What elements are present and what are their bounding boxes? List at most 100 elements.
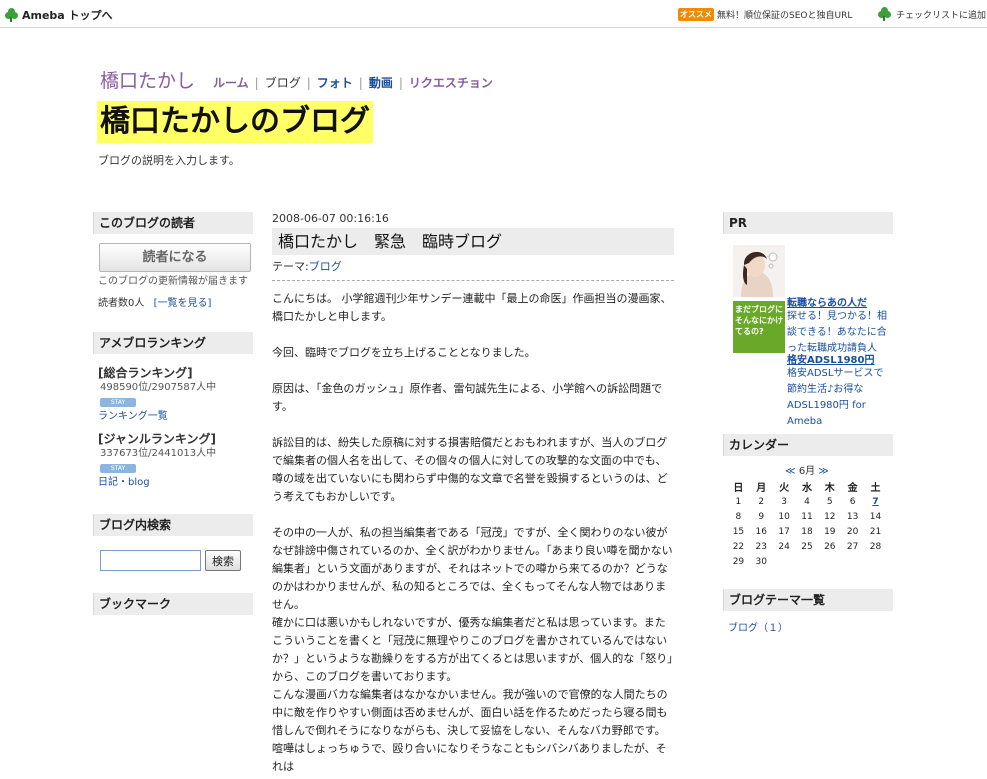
calendar-day: 6 bbox=[849, 496, 856, 507]
blog-ad-banner[interactable]: まだブログにそんなにかけてるの? bbox=[733, 301, 785, 353]
reader-count-row: 読者数0人 [一覧を見る] bbox=[93, 294, 253, 309]
theme-label: テーマ: bbox=[272, 260, 309, 273]
calendar-nav: ≪ 6月 ≫ bbox=[727, 462, 887, 477]
post-theme: テーマ:ブログ bbox=[272, 258, 674, 281]
become-reader-button[interactable]: 読者になる bbox=[99, 243, 251, 272]
weekday: 金 bbox=[847, 483, 858, 494]
calendar-day: 9 bbox=[758, 511, 765, 522]
nav-separator: | bbox=[254, 76, 259, 90]
calendar-day: 11 bbox=[801, 511, 813, 522]
calendar-day bbox=[773, 554, 796, 569]
calendar-day: 10 bbox=[778, 511, 790, 522]
weekday: 火 bbox=[779, 483, 790, 494]
calendar-day: 17 bbox=[778, 526, 790, 537]
nav-room[interactable]: ルーム bbox=[213, 74, 249, 91]
nav-photo[interactable]: フォト bbox=[317, 74, 353, 91]
calendar: ≪ 6月 ≫ 日 月 火 水 木 金 土 1 2 3 4 5 6 7 8 9 1… bbox=[727, 462, 887, 569]
calendar-day bbox=[864, 554, 887, 569]
post-paragraph: その中の一人が、私の担当編集者である「冠茂」ですが、全く関わりのない彼がなぜ誹謗… bbox=[272, 526, 673, 611]
weekday: 月 bbox=[756, 483, 767, 494]
total-ranking-value: 498590位/2907587人中 bbox=[100, 382, 217, 393]
calendar-day: 2 bbox=[758, 496, 765, 507]
calendar-day bbox=[796, 554, 819, 569]
weekday: 木 bbox=[824, 483, 835, 494]
promo-badge: オススメ bbox=[678, 8, 714, 21]
nav-video[interactable]: 動画 bbox=[369, 74, 393, 91]
nav-separator: | bbox=[358, 76, 363, 90]
bookmark-heading: ブックマーク bbox=[93, 593, 253, 615]
author-name-link[interactable]: 橋口たかし bbox=[100, 66, 195, 93]
stay-badge: STAY bbox=[100, 398, 136, 407]
search-button[interactable]: 検索 bbox=[205, 550, 241, 571]
calendar-day: 22 bbox=[732, 541, 745, 552]
calendar-day: 15 bbox=[732, 526, 745, 537]
nav-separator: | bbox=[398, 76, 403, 90]
calendar-day: 8 bbox=[735, 511, 742, 522]
calendar-weekday-row: 日 月 火 水 木 金 土 bbox=[727, 479, 887, 494]
calendar-day: 23 bbox=[755, 541, 767, 552]
calendar-week: 15 16 17 18 19 20 21 bbox=[727, 524, 887, 539]
left-sidebar: このブログの読者 読者になる このブログの更新情報が届きます 読者数0人 [一覧… bbox=[93, 212, 253, 615]
post-paragraph: 訴訟目的は、紛失した原稿に対する損害賠償だとおもわれますが、当人のブログで編集者… bbox=[272, 436, 668, 503]
nav-requestion[interactable]: リクエスチョン bbox=[409, 74, 493, 91]
blog-themes-heading: ブログテーマ一覧 bbox=[723, 589, 893, 611]
ranking-heading: アメブロランキング bbox=[93, 332, 253, 354]
post-paragraph: こんにちは。 小学館週刊少年サンデー連載中「最上の命医」作画担当の漫画家、橋口た… bbox=[272, 292, 672, 323]
calendar-day: 28 bbox=[869, 541, 882, 552]
right-sidebar: PR 転職ならあの人だ 探せる！見つかる！相談できる！あなたに合った転職成功請負… bbox=[723, 212, 893, 634]
calendar-day: 21 bbox=[869, 526, 882, 537]
post-paragraph: 確かに口は悪いかもしれないですが、優秀な編集者だと私は思っています。またこういう… bbox=[272, 616, 673, 683]
ameba-home-link[interactable]: Ameba トップへ bbox=[5, 7, 113, 23]
calendar-day: 26 bbox=[824, 541, 836, 552]
reader-list-link[interactable]: [一覧を見る] bbox=[154, 298, 212, 309]
ameba-clover-icon bbox=[5, 8, 19, 22]
post-title[interactable]: 橋口たかし 緊急 臨時ブログ bbox=[272, 228, 674, 255]
calendar-day: 4 bbox=[804, 496, 810, 507]
calendar-next[interactable]: ≫ bbox=[818, 466, 828, 477]
stay-badge: STAY bbox=[100, 464, 136, 473]
calendar-day: 3 bbox=[781, 496, 787, 507]
search-row: 検索 bbox=[100, 550, 253, 571]
header-nav: 橋口たかし ルーム | ブログ | フォト | 動画 | リクエスチョン bbox=[100, 66, 493, 93]
weekday: 水 bbox=[801, 483, 812, 494]
calendar-day: 29 bbox=[732, 556, 745, 567]
post-date: 2008-06-07 00:16:16 bbox=[272, 212, 389, 225]
pr-heading: PR bbox=[723, 212, 893, 234]
calendar-day: 16 bbox=[755, 526, 767, 537]
calendar-day: 24 bbox=[778, 541, 790, 552]
genre-link[interactable]: 日記・blog bbox=[98, 477, 150, 488]
search-heading: ブログ内検索 bbox=[93, 514, 253, 536]
blog-search-input[interactable] bbox=[100, 550, 201, 571]
main-content: 2008-06-07 00:16:16 橋口たかし 緊急 臨時ブログ テーマ:ブ… bbox=[272, 212, 674, 776]
calendar-day: 19 bbox=[824, 526, 836, 537]
post-paragraph: こんな漫画バカな編集者はなかなかいません。我が強いので官僚的な人間たちの中に敵を… bbox=[272, 688, 668, 737]
theme-link[interactable]: ブログ bbox=[309, 260, 342, 273]
genre-ranking-value: 337673位/2441013人中 bbox=[100, 448, 217, 459]
calendar-day: 1 bbox=[735, 496, 742, 507]
post-paragraph: 原因は、「金色のガッシュ」原作者、雷句誠先生による、小学館への訴訟問題です。 bbox=[272, 382, 663, 413]
blog-theme-link[interactable]: ブログ（１） bbox=[728, 619, 893, 634]
calendar-week: 22 23 24 25 26 27 28 bbox=[727, 539, 887, 554]
pr-title-link[interactable]: 格安ADSL1980円 bbox=[787, 355, 874, 366]
ranking-list-link[interactable]: ランキング一覧 bbox=[98, 411, 168, 422]
calendar-day bbox=[818, 554, 841, 569]
promo-link[interactable]: オススメ 無料！順位保証のSEOと独自URL bbox=[678, 8, 852, 21]
calendar-week: 29 30 bbox=[727, 554, 887, 569]
post-paragraph: 喧嘩はしょっちゅうで、殴り合いになりそうなこともシバシバありましたが、それは bbox=[272, 742, 667, 773]
calendar-grid: 日 月 火 水 木 金 土 1 2 3 4 5 6 7 8 9 10 11 12… bbox=[727, 479, 887, 569]
calendar-prev[interactable]: ≪ bbox=[785, 466, 795, 477]
ameba-home-label: Ameba トップへ bbox=[22, 9, 113, 22]
calendar-day: 14 bbox=[869, 511, 882, 522]
woman-portrait-image[interactable] bbox=[733, 245, 785, 297]
calendar-day: 5 bbox=[826, 496, 833, 507]
calendar-heading: カレンダー bbox=[723, 434, 893, 456]
checklist-clover-icon bbox=[878, 7, 892, 21]
blog-description: ブログの説明を入力します。 bbox=[98, 154, 240, 167]
blog-title[interactable]: 橋口たかしのブログ bbox=[97, 101, 373, 143]
nav-blog: ブログ bbox=[264, 76, 301, 90]
ad-banner-text: まだブログにそんなにかけてるの? bbox=[735, 305, 783, 336]
checklist-label: チェックリストに追加 bbox=[896, 10, 987, 21]
calendar-day: 12 bbox=[824, 511, 836, 522]
calendar-day-today[interactable]: 7 bbox=[864, 494, 887, 509]
add-checklist-link[interactable]: チェックリストに追加 bbox=[878, 7, 986, 21]
